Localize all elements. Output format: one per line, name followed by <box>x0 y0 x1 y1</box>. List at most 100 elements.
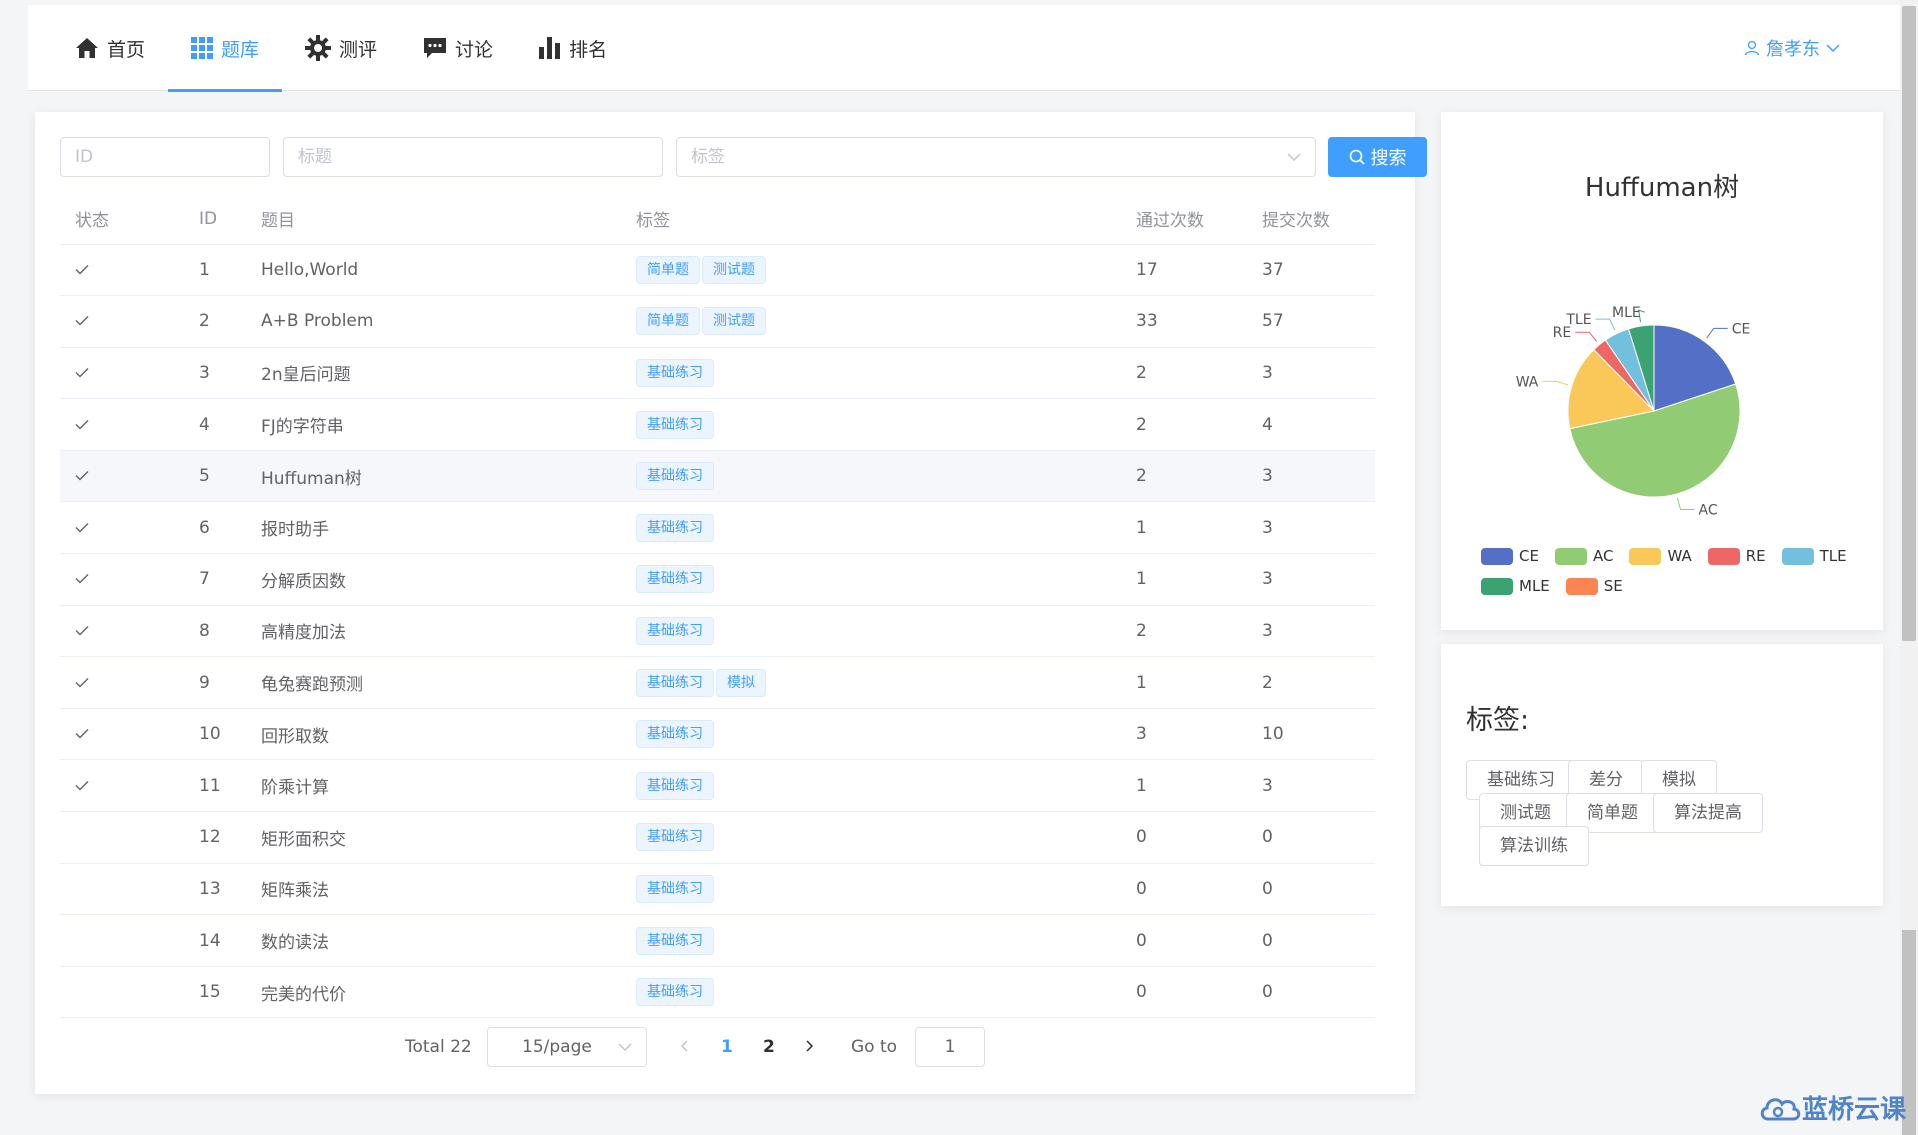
problem-tag[interactable]: 简单题 <box>636 307 700 336</box>
table-row[interactable]: 4 FJ的字符串 基础练习 2 4 <box>60 398 1375 451</box>
problem-tag[interactable]: 基础练习 <box>636 978 714 1007</box>
col-tags[interactable]: 标签 <box>621 194 1121 245</box>
tag-select-input[interactable] <box>691 147 1301 167</box>
problem-tag[interactable]: 基础练习 <box>636 565 714 594</box>
title-cell[interactable]: 矩阵乘法 <box>246 863 621 916</box>
table-row[interactable]: 10 回形取数 基础练习 3 10 <box>60 708 1375 761</box>
table-row[interactable]: 6 报时助手 基础练习 1 3 <box>60 501 1375 555</box>
problem-tag[interactable]: 测试题 <box>702 307 766 336</box>
legend-item[interactable]: AC <box>1554 547 1613 565</box>
next-page-button[interactable] <box>805 1038 815 1059</box>
title-cell[interactable]: A+B Problem <box>246 295 621 348</box>
title-cell[interactable]: 完美的代价 <box>246 966 621 1019</box>
search-button[interactable]: 搜索 <box>1328 137 1427 177</box>
id-input[interactable] <box>75 147 255 167</box>
col-id[interactable]: ID <box>184 194 246 245</box>
table-row[interactable]: 3 2n皇后问题 基础练习 2 3 <box>60 347 1375 400</box>
table-row[interactable]: 5 Huffuman树 基础练习 2 3 <box>60 450 1375 503</box>
page-scrollbar[interactable] <box>1900 0 1918 1135</box>
accepted-cell: 1 <box>1121 553 1247 606</box>
title-cell[interactable]: 回形取数 <box>246 708 621 761</box>
status-cell <box>60 656 184 709</box>
table-row[interactable]: 2 A+B Problem 简单题 测试题 33 57 <box>60 295 1375 348</box>
table-row[interactable]: 1 Hello,World 简单题 测试题 17 37 <box>60 244 1375 297</box>
problem-tag[interactable]: 基础练习 <box>636 513 714 542</box>
problem-tag[interactable]: 简单题 <box>636 255 700 284</box>
nav-problems[interactable]: 题库 <box>168 5 283 92</box>
legend-item[interactable]: TLE <box>1781 547 1847 565</box>
legend-item[interactable]: CE <box>1481 547 1539 565</box>
page-2[interactable]: 2 <box>763 1037 775 1057</box>
id-filter[interactable] <box>60 137 270 177</box>
problem-tag[interactable]: 基础练习 <box>636 720 714 749</box>
table-row[interactable]: 13 矩阵乘法 基础练习 0 0 <box>60 863 1375 916</box>
legend-item[interactable]: RE <box>1707 547 1766 565</box>
page-size-select[interactable]: 15/page <box>487 1027 647 1067</box>
tags-cell: 简单题 测试题 <box>621 244 1121 297</box>
table-row[interactable]: 12 矩形面积交 基础练习 0 0 <box>60 811 1375 864</box>
title-filter[interactable] <box>283 137 663 177</box>
table-row[interactable]: 11 阶乘计算 基础练习 1 3 <box>60 759 1375 813</box>
problem-tag[interactable]: 基础练习 <box>636 874 714 903</box>
nav-judge[interactable]: 测评 <box>282 5 400 91</box>
problem-tag[interactable]: 基础练习 <box>636 823 714 852</box>
main-nav: 首页 题库 测评 讨论 排名 <box>52 5 630 92</box>
nav-discuss[interactable]: 讨论 <box>400 5 516 91</box>
accepted-cell: 0 <box>1121 811 1247 864</box>
nav-home-label: 首页 <box>107 38 146 61</box>
tag-button[interactable]: 算法训练 <box>1479 826 1589 866</box>
title-cell[interactable]: 龟兔赛跑预测 <box>246 656 621 709</box>
nav-ranking[interactable]: 排名 <box>516 5 630 91</box>
problem-tag[interactable]: 基础练习 <box>636 358 714 387</box>
problem-tag[interactable]: 基础练习 <box>636 771 714 800</box>
problem-tag[interactable]: 基础练习 <box>636 616 714 645</box>
title-cell[interactable]: 矩形面积交 <box>246 811 621 864</box>
title-cell[interactable]: 阶乘计算 <box>246 759 621 813</box>
watermark-text: 蓝桥云课 <box>1801 1095 1906 1125</box>
accepted-cell: 2 <box>1121 450 1247 503</box>
problem-tag[interactable]: 基础练习 <box>636 410 714 439</box>
scrollbar-thumb[interactable] <box>1902 6 1916 641</box>
nav-judge-label: 测评 <box>339 38 378 61</box>
table-row[interactable]: 9 龟兔赛跑预测 基础练习 模拟 1 2 <box>60 656 1375 709</box>
table-row[interactable]: 14 数的读法 基础练习 0 0 <box>60 914 1375 967</box>
title-cell[interactable]: 报时助手 <box>246 501 621 555</box>
table-row[interactable]: 8 高精度加法 基础练习 2 3 <box>60 605 1375 658</box>
legend-label: SE <box>1603 577 1623 595</box>
legend-item[interactable]: SE <box>1565 577 1623 595</box>
title-cell[interactable]: 分解质因数 <box>246 553 621 606</box>
user-menu[interactable]: 詹孝东 <box>1744 5 1840 91</box>
goto-page-input[interactable]: 1 <box>915 1027 985 1067</box>
col-accepted[interactable]: 通过次数 <box>1121 194 1247 245</box>
col-submitted[interactable]: 提交次数 <box>1247 194 1375 245</box>
problem-tag[interactable]: 模拟 <box>716 668 766 697</box>
col-status[interactable]: 状态 <box>60 194 184 245</box>
status-chart-card: Huffuman树 CE AC WA RE TLE MLE CE AC WA RE TLE MLE S… <box>1441 112 1883 630</box>
table-row[interactable]: 7 分解质因数 基础练习 1 3 <box>60 553 1375 606</box>
problem-tag[interactable]: 基础练习 <box>636 668 714 697</box>
pie-label-line <box>1676 497 1695 510</box>
pagination: Total 22 15/page 1 2 Go to 1 <box>35 1027 1415 1067</box>
title-cell[interactable]: Hello,World <box>246 244 621 297</box>
prev-page-button[interactable] <box>679 1038 689 1059</box>
tag-select[interactable] <box>676 137 1316 177</box>
problem-tag[interactable]: 测试题 <box>702 255 766 284</box>
table-row[interactable]: 15 完美的代价 基础练习 0 0 <box>60 966 1375 1019</box>
title-cell[interactable]: 2n皇后问题 <box>246 347 621 400</box>
chart-legend: CE AC WA RE TLE MLE SE <box>1481 547 1861 595</box>
title-cell[interactable]: Huffuman树 <box>246 450 621 503</box>
problem-tag[interactable]: 基础练习 <box>636 462 714 491</box>
page-1[interactable]: 1 <box>721 1037 733 1057</box>
title-cell[interactable]: 高精度加法 <box>246 605 621 658</box>
check-icon <box>75 471 89 481</box>
tag-button[interactable]: 算法提高 <box>1653 793 1763 833</box>
title-cell[interactable]: FJ的字符串 <box>246 398 621 451</box>
legend-item[interactable]: WA <box>1629 547 1692 565</box>
problem-tag[interactable]: 基础练习 <box>636 926 714 955</box>
nav-home[interactable]: 首页 <box>52 5 168 91</box>
title-input[interactable] <box>298 147 648 167</box>
legend-item[interactable]: MLE <box>1481 577 1550 595</box>
title-cell[interactable]: 数的读法 <box>246 914 621 967</box>
col-title[interactable]: 题目 <box>246 194 621 245</box>
nav-ranking-label: 排名 <box>569 38 608 61</box>
